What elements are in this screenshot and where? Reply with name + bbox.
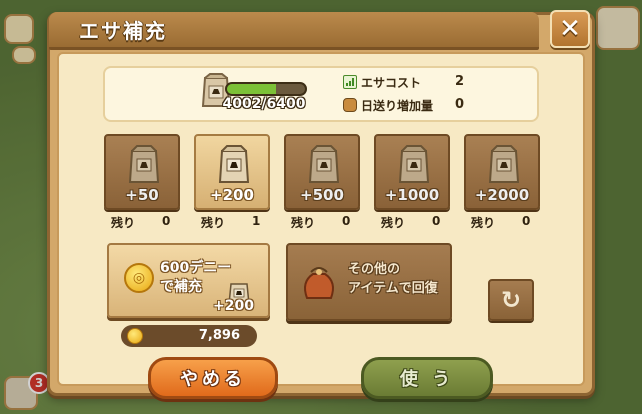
pack-stock-value: 0 bbox=[432, 214, 441, 228]
pack-stock-label: 残り bbox=[471, 216, 496, 230]
coin-balance-value: 7,896 bbox=[198, 328, 240, 343]
food-status-panel bbox=[103, 66, 539, 122]
daily-increase-value: 0 bbox=[455, 97, 465, 112]
pack-stock-label: 残り bbox=[201, 216, 226, 230]
refresh-icon: ↻ bbox=[500, 286, 522, 314]
use-label: 使 う bbox=[399, 369, 455, 390]
food-pack-200[interactable]: +200 bbox=[194, 134, 270, 210]
pack-stock-label: 残り bbox=[291, 216, 316, 230]
pack-stock-value: 0 bbox=[522, 214, 531, 228]
food-pack-500[interactable]: +500 bbox=[284, 134, 360, 210]
pack-stock-value: 0 bbox=[162, 214, 171, 228]
pack-stock-value: 1 bbox=[252, 214, 261, 228]
pack-amount: +200 bbox=[210, 186, 254, 204]
pack-amount: +1000 bbox=[384, 186, 440, 204]
food-bag-icon bbox=[398, 145, 430, 183]
daily-increase-label: 日送り増加量 bbox=[361, 98, 434, 113]
pack-stock-label: 残り bbox=[111, 216, 136, 230]
food-pack-1000[interactable]: +1000 bbox=[374, 134, 450, 210]
food-bag-icon bbox=[128, 145, 160, 183]
food-gauge-text: 4002/6400 bbox=[222, 96, 306, 112]
food-bag-icon bbox=[488, 145, 520, 183]
food-cost-value: 2 bbox=[455, 74, 465, 89]
buy-action-text: で補充 bbox=[160, 279, 202, 295]
coin-icon: ◎ bbox=[124, 263, 154, 293]
food-gauge-fill bbox=[227, 84, 276, 94]
close-button[interactable]: ✕ bbox=[550, 10, 590, 48]
buy-amount: +200 bbox=[213, 298, 254, 314]
food-gauge bbox=[225, 82, 307, 96]
other-items-text-line1: その他の bbox=[348, 262, 401, 277]
pack-stock-label: 残り bbox=[381, 216, 406, 230]
close-icon: ✕ bbox=[559, 14, 581, 44]
pack-amount: +500 bbox=[300, 186, 344, 204]
refresh-button[interactable]: ↻ bbox=[488, 279, 534, 321]
daily-increase-row: 日送り増加量 bbox=[343, 96, 433, 114]
use-button[interactable]: 使 う bbox=[361, 357, 493, 399]
food-bag-icon bbox=[218, 145, 250, 183]
pack-amount: +50 bbox=[125, 186, 159, 204]
food-pack-50[interactable]: +50 bbox=[104, 134, 180, 210]
pack-stock-value: 0 bbox=[342, 214, 351, 228]
food-cost-label: エサコスト bbox=[361, 75, 422, 90]
pouch-icon bbox=[304, 267, 334, 299]
food-bag-icon bbox=[308, 145, 340, 183]
food-cost-row: エサコスト bbox=[343, 73, 421, 91]
pack-amount: +2000 bbox=[474, 186, 530, 204]
coin-icon bbox=[127, 328, 143, 344]
food-pack-2000[interactable]: +2000 bbox=[464, 134, 540, 210]
barrel-icon bbox=[343, 98, 357, 112]
cancel-label: やめる bbox=[180, 369, 246, 390]
buy-price-text: 600デニー bbox=[160, 260, 232, 276]
dialog-title: エサ補充 bbox=[79, 19, 167, 43]
other-items-text-line2: アイテムで回復 bbox=[348, 281, 438, 296]
chart-icon bbox=[343, 75, 357, 89]
cancel-button[interactable]: やめる bbox=[148, 357, 278, 399]
